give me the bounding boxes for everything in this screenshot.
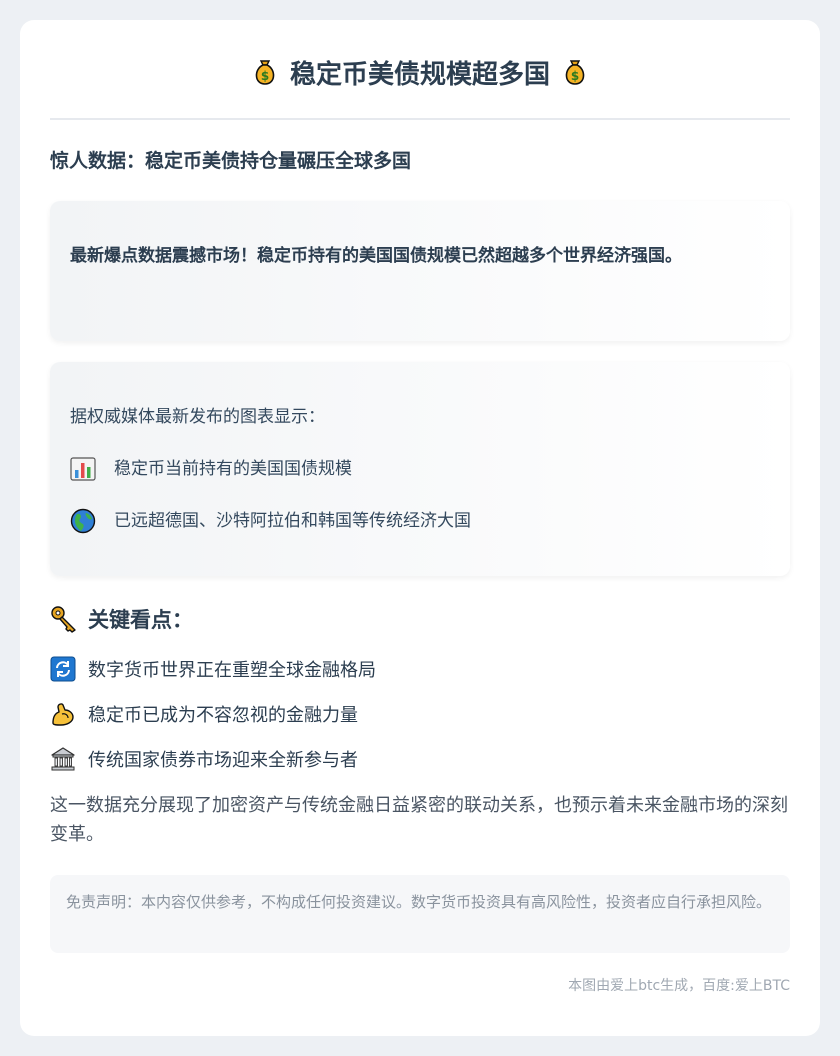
key-icon bbox=[50, 605, 78, 633]
list-item-text: 稳定币当前持有的美国国债规模 bbox=[114, 459, 352, 479]
subtitle: 惊人数据：稳定币美债持仓量碾压全球多国 bbox=[50, 150, 412, 172]
svg-text:$: $ bbox=[261, 69, 269, 83]
key-points-heading: 关键看点： bbox=[50, 604, 790, 634]
list-item-text: 数字货币世界正在重塑全球金融格局 bbox=[88, 660, 376, 681]
list-item: 传统国家债券市场迎来全新参与者 bbox=[50, 746, 790, 772]
list-item: 数字货币世界正在重塑全球金融格局 bbox=[50, 656, 790, 682]
money-bag-icon: $ bbox=[560, 57, 590, 87]
list-item: 稳定币当前持有的美国国债规模 bbox=[70, 456, 770, 482]
disclaimer-text: 免责声明：本内容仅供参考，不构成任何投资建议。数字货币投资具有高风险性，投资者应… bbox=[66, 893, 772, 911]
bank-icon bbox=[50, 746, 76, 772]
key-points-list: 数字货币世界正在重塑全球金融格局 稳定币已成为不容忽视的金融力量 传统国家债券市… bbox=[50, 656, 790, 772]
list-item-text: 已远超德国、沙特阿拉伯和韩国等传统经济大国 bbox=[114, 511, 471, 531]
flexed-biceps-icon bbox=[50, 701, 76, 727]
bar-chart-icon bbox=[70, 457, 96, 481]
svg-text:$: $ bbox=[571, 69, 579, 83]
page-title: $ 稳定币美债规模超多国 $ bbox=[250, 54, 590, 91]
globe-icon bbox=[70, 508, 96, 534]
source-box: 据权威媒体最新发布的图表显示： 稳定币当前持有的美国国债规模 已远超德国、沙特阿… bbox=[50, 362, 790, 576]
list-item: 稳定币已成为不容忽视的金融力量 bbox=[50, 701, 790, 727]
key-points-heading-text: 关键看点： bbox=[88, 608, 193, 632]
source-intro: 据权威媒体最新发布的图表显示： bbox=[70, 407, 325, 427]
highlight-text: 最新爆点数据震撼市场！稳定币持有的美国国债规模已然超越多个世界经济强国。 bbox=[70, 246, 682, 266]
list-item: 已远超德国、沙特阿拉伯和韩国等传统经济大国 bbox=[70, 508, 770, 534]
footer-credit: 本图由爱上btc生成，百度:爱上BTC bbox=[568, 978, 790, 994]
page-title-text: 稳定币美债规模超多国 bbox=[289, 59, 550, 90]
summary-paragraph: 这一数据充分展现了加密资产与传统金融日益紧密的联动关系，也预示着未来金融市场的深… bbox=[50, 795, 788, 845]
highlight-box: 最新爆点数据震撼市场！稳定币持有的美国国债规模已然超越多个世界经济强国。 bbox=[50, 201, 790, 341]
disclaimer-box: 免责声明：本内容仅供参考，不构成任何投资建议。数字货币投资具有高风险性，投资者应… bbox=[50, 875, 790, 953]
title-section: $ 稳定币美债规模超多国 $ bbox=[50, 20, 790, 120]
money-bag-icon: $ bbox=[250, 57, 280, 87]
content-card: $ 稳定币美债规模超多国 $ 惊人数据：稳定币美债持仓量碾压全球多国 最新爆点数… bbox=[20, 20, 820, 1036]
list-item-text: 传统国家债券市场迎来全新参与者 bbox=[88, 750, 358, 771]
refresh-icon bbox=[50, 656, 76, 682]
list-item-text: 稳定币已成为不容忽视的金融力量 bbox=[88, 705, 358, 726]
